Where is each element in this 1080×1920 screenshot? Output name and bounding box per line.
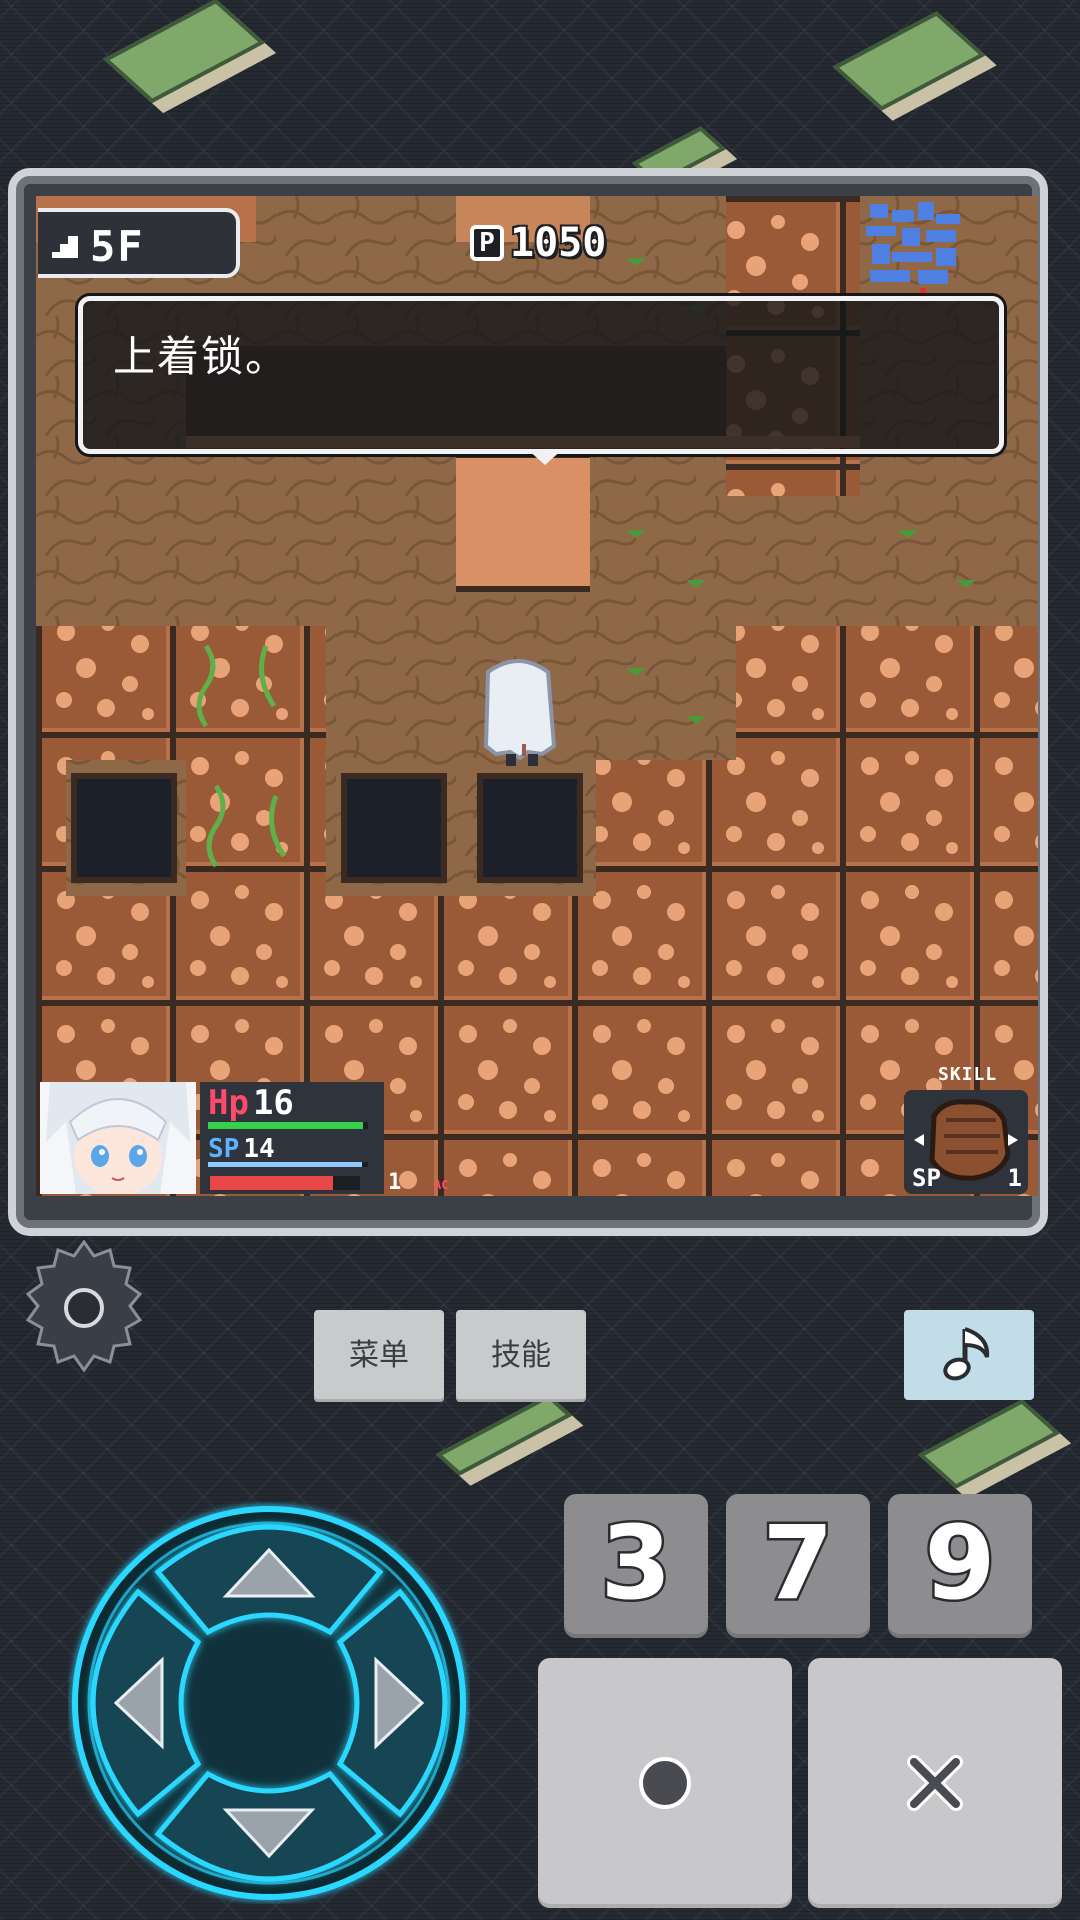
- background-block: [832, 11, 986, 111]
- exp-bar: [210, 1176, 360, 1190]
- key-3-button[interactable]: 3: [564, 1494, 708, 1638]
- circle-icon: [639, 1757, 691, 1809]
- floor-number: 5F: [90, 222, 145, 271]
- player-character: [483, 659, 557, 766]
- cross-icon: [907, 1755, 963, 1811]
- sp-label: SP: [208, 1134, 240, 1164]
- status-panel: Hp 16 SP 14: [200, 1082, 384, 1194]
- points-counter: P 1050: [470, 218, 606, 268]
- points-value: 1050: [510, 220, 607, 266]
- background-block: [917, 1399, 1061, 1489]
- hp-label: Hp: [208, 1083, 249, 1123]
- skill-sp-label: SP: [912, 1164, 941, 1192]
- skill-slot[interactable]: SKILL SP 1: [902, 1064, 1032, 1196]
- key-9-button[interactable]: 9: [888, 1494, 1032, 1638]
- skill-box[interactable]: SP 1: [904, 1090, 1028, 1194]
- level-number: 1: [388, 1170, 402, 1195]
- dialog-box[interactable]: 上着锁。: [78, 296, 1004, 465]
- hp-value: 16: [252, 1083, 294, 1123]
- key-7-button[interactable]: 7: [726, 1494, 870, 1638]
- character-portrait: [40, 1082, 196, 1194]
- cancel-button[interactable]: [808, 1658, 1062, 1908]
- dialog-text: 上着锁。: [113, 332, 290, 381]
- minimap[interactable]: [862, 200, 982, 296]
- sp-value: 14: [243, 1134, 275, 1164]
- skills-button[interactable]: 技能: [456, 1310, 586, 1402]
- floor-indicator: 5F: [38, 208, 240, 278]
- sp-bar: [208, 1162, 368, 1167]
- dialog-continue-icon: [527, 449, 563, 465]
- skill-label: SKILL: [938, 1064, 998, 1085]
- background-block: [435, 1394, 573, 1476]
- skill-cost: 1: [1007, 1164, 1022, 1192]
- gear-icon[interactable]: [16, 1240, 152, 1376]
- key-7-label: 7: [760, 1502, 836, 1626]
- key-9-label: 9: [922, 1502, 998, 1626]
- dpad[interactable]: [68, 1502, 470, 1904]
- menu-button[interactable]: 菜单: [314, 1310, 444, 1402]
- background-block: [102, 0, 266, 104]
- hp-row: Hp 16: [208, 1086, 294, 1120]
- key-3-label: 3: [598, 1502, 674, 1626]
- music-button[interactable]: [904, 1310, 1034, 1400]
- stairs-icon: [52, 236, 78, 258]
- hp-bar: [208, 1122, 368, 1129]
- sp-row: SP 14: [208, 1132, 275, 1166]
- music-note-icon: [943, 1327, 990, 1381]
- points-icon: P: [470, 225, 504, 261]
- confirm-button[interactable]: [538, 1658, 792, 1908]
- level-suffix: AC: [434, 1178, 449, 1192]
